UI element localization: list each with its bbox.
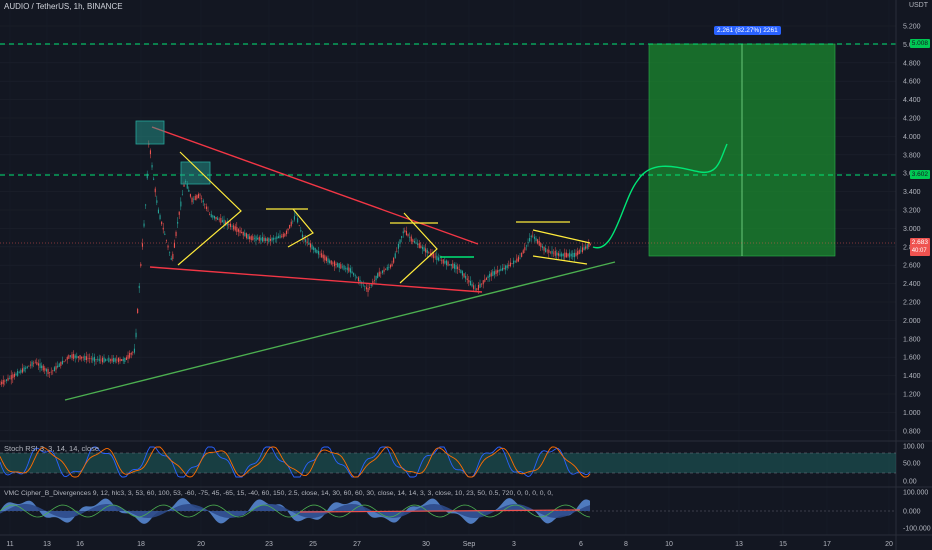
price-tick-label: 3.800 <box>903 152 921 159</box>
price-tick-label: 4.200 <box>903 116 921 123</box>
wedge-patterns[interactable] <box>177 151 591 284</box>
current-price-tag: 2.683 40:07 <box>909 238 930 256</box>
time-tick-label: 13 <box>43 541 51 548</box>
price-tick-label: 1.600 <box>903 355 921 362</box>
time-tick-label: 18 <box>137 541 145 548</box>
target-price-tag: 5.008 <box>909 39 930 48</box>
currency-label: USDT <box>908 2 928 9</box>
time-tick-label: 15 <box>779 541 787 548</box>
time-tick-label: 10 <box>665 541 673 548</box>
price-tick-label: 1.000 <box>903 410 921 417</box>
time-tick-label: 20 <box>197 541 205 548</box>
time-tick-label: 17 <box>823 541 831 548</box>
time-tick-label: Sep <box>463 541 476 548</box>
time-tick-label: 3 <box>512 541 516 548</box>
vmc-cipher-label[interactable]: VMC Cipher_B_Divergences 9, 12, hlc3, 3,… <box>4 490 554 497</box>
price-tick-label: 3.400 <box>903 189 921 196</box>
stoch-rsi-label[interactable]: Stoch RSI 3, 3, 14, 14, close <box>4 444 99 453</box>
current-price-countdown: 40:07 <box>911 248 927 254</box>
lower-trendline[interactable] <box>149 266 483 293</box>
stoch-axis-label: 100.00 <box>903 444 925 451</box>
current-price-value: 2.683 <box>911 239 928 246</box>
price-tick-label: 4.600 <box>903 79 921 86</box>
stoch-axis: 100.00 50.00 0.00 <box>903 444 925 486</box>
time-tick-label: 16 <box>76 541 84 548</box>
time-tick-label: 30 <box>422 541 430 548</box>
time-tick-label: 8 <box>624 541 628 548</box>
price-tick-label: 2.400 <box>903 281 921 288</box>
vmc-axis-label: 100.000 <box>903 490 928 497</box>
time-tick-label: 27 <box>353 541 361 548</box>
time-axis[interactable]: 11 13 16 18 20 23 25 27 30 Sep 3 6 8 10 13 15 17 20 <box>6 541 893 548</box>
position-label[interactable]: 2.261 (82.27%) 2261 <box>714 26 781 35</box>
price-tick-label: 1.400 <box>903 373 921 380</box>
price-tick-label: 2.000 <box>903 318 921 325</box>
price-tick-label: 4.800 <box>903 60 921 67</box>
price-candles <box>0 140 591 388</box>
vmc-axis-label: -100.000 <box>903 526 931 533</box>
time-tick-label: 13 <box>735 541 743 548</box>
price-axis[interactable]: 5.2005.0004.8004.6004.4004.2004.0003.800… <box>903 24 921 436</box>
time-tick-label: 6 <box>579 541 583 548</box>
level-price-tag: 3.602 <box>909 170 930 179</box>
vmc-axis: 100.000 0.000 -100.000 <box>903 490 931 533</box>
main-chart[interactable]: 5.2005.0004.8004.6004.4004.2004.0003.800… <box>0 0 932 550</box>
time-tick-label: 23 <box>265 541 273 548</box>
price-tick-label: 3.200 <box>903 208 921 215</box>
time-tick-label: 11 <box>6 541 13 548</box>
ascending-trendline[interactable] <box>64 261 616 401</box>
chart-title[interactable]: AUDIO / TetherUS, 1h, BINANCE <box>4 2 123 11</box>
price-tick-label: 0.800 <box>903 428 921 435</box>
stoch-axis-label: 50.00 <box>903 461 921 468</box>
price-tick-label: 1.200 <box>903 392 921 399</box>
price-tick-label: 2.600 <box>903 263 921 270</box>
vmc-axis-label: 0.000 <box>903 509 921 516</box>
price-tick-label: 1.800 <box>903 336 921 343</box>
price-tick-label: 2.200 <box>903 300 921 307</box>
time-tick-label: 20 <box>885 541 893 548</box>
price-tick-label: 3.000 <box>903 226 921 233</box>
price-tick-label: 4.400 <box>903 97 921 104</box>
price-tick-label: 4.000 <box>903 134 921 141</box>
peak-highlight-box[interactable] <box>135 120 165 145</box>
second-peak-highlight-box[interactable] <box>180 161 211 185</box>
price-tick-label: 5.200 <box>903 24 921 31</box>
time-tick-label: 25 <box>309 541 317 548</box>
stoch-axis-label: 0.00 <box>903 479 917 486</box>
